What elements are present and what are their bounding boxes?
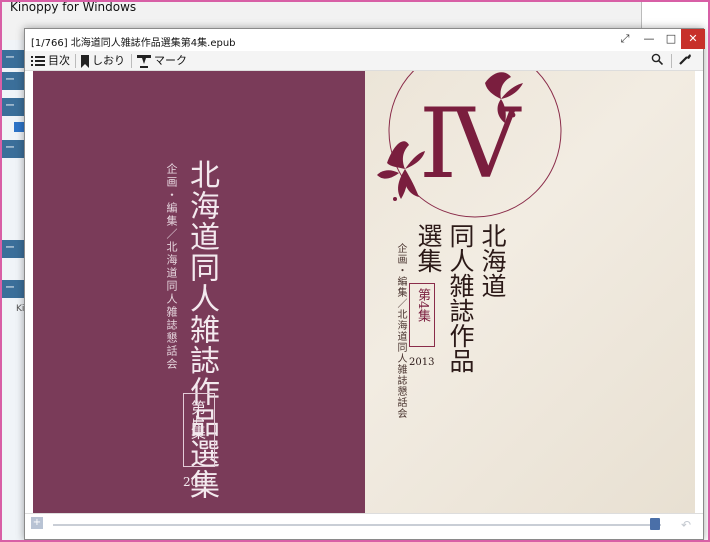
mark-label: マーク [154,54,187,67]
fullscreen-icon[interactable]: ⤢ [615,29,635,49]
toolbar-divider [671,54,672,68]
bookmark-label: しおり [92,54,125,67]
list-icon [31,56,45,66]
status-bar: + ↶ [25,513,703,539]
background-blue-square [14,122,24,132]
right-title-col2: 同人雑誌作品 [446,223,475,373]
right-year: 2013 [409,357,435,368]
minimize-button[interactable]: — [639,29,659,49]
toolbar: 目次 しおり マーク [25,51,703,71]
right-volume-label: 第4集 [415,288,430,323]
left-year: 2013 [183,475,214,489]
left-volume-box: 第4集 [183,393,215,467]
right-volume-box: 第4集 [409,283,435,347]
left-volume-label: 第4集 [189,400,207,440]
toolbar-divider [75,54,76,68]
toc-label: 目次 [48,54,70,67]
right-title-col3: 選集 [414,223,443,273]
bookmark-button[interactable]: しおり [81,53,125,69]
page-slider-thumb[interactable] [649,518,660,530]
right-page[interactable]: IV 北海道 同人雑誌作品 選集 企画・編集／北海道同人雑誌懇話会 第4集 20… [365,71,695,513]
bookmark-icon [81,54,89,68]
mark-button[interactable]: マーク [137,53,187,69]
highlighter-icon [137,54,151,68]
page-slider-track[interactable] [53,524,661,526]
volume-numeral: IV [419,88,520,200]
close-button[interactable]: ✕ [681,29,705,49]
right-title-col1: 北海道 [478,223,507,298]
title-bar[interactable]: [1/766] 北海道同人雑誌作品選集第4集.epub ⤢ — □ ✕ [25,29,705,51]
reader-window: [1/766] 北海道同人雑誌作品選集第4集.epub ⤢ — □ ✕ 目次 し… [24,28,705,540]
right-book-subtitle: 企画・編集／北海道同人雑誌懇話会 [395,243,406,419]
plus-icon[interactable]: + [31,517,43,529]
left-page[interactable]: 北海道同人雑誌作品選集 企画・編集／北海道同人雑誌懇話会 第4集 2013 [33,71,365,513]
wrench-icon[interactable] [677,53,693,69]
undo-icon[interactable]: ↶ [681,518,691,532]
window-title: [1/766] 北海道同人雑誌作品選集第4集.epub [31,38,236,49]
toc-button[interactable]: 目次 [31,53,70,69]
background-window-title: Kinoppy for Windows [10,0,137,14]
toolbar-divider [131,54,132,68]
left-book-subtitle: 企画・編集／北海道同人雑誌懇話会 [165,163,178,371]
search-icon[interactable] [649,53,665,69]
maximize-button[interactable]: □ [661,29,681,49]
